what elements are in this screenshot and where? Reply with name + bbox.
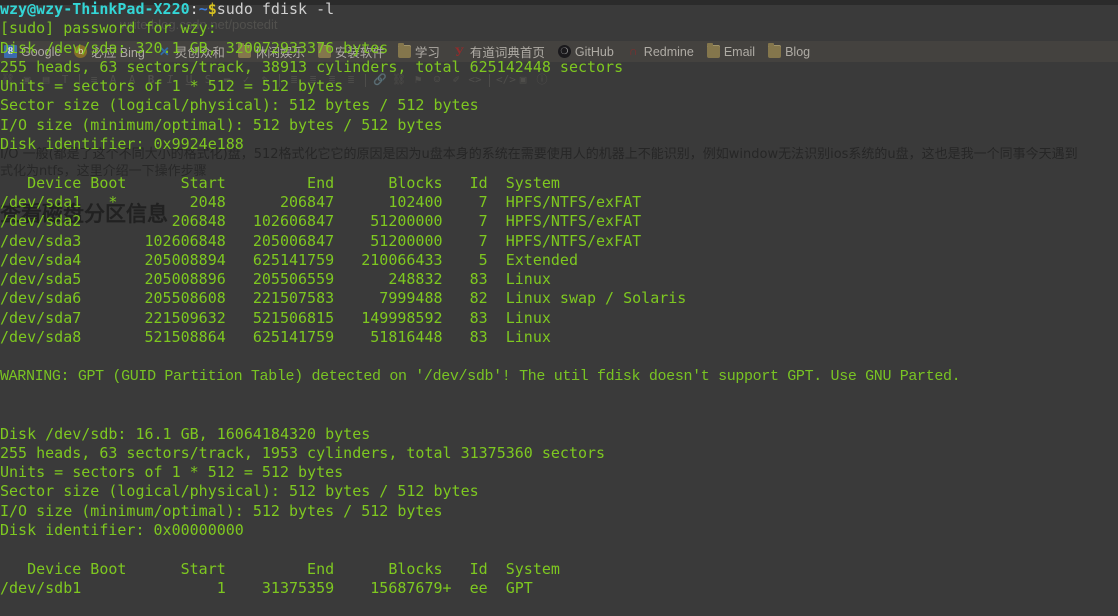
prompt-path: ~ <box>198 0 208 18</box>
partition-table-header: Device Boot Start End Blocks Id System <box>0 559 560 578</box>
sudo-password-prompt: [sudo] password for wzy: <box>0 19 217 38</box>
terminal-prompt-line: wzy@wzy-ThinkPad-X220:~$sudo fdisk -l <box>0 0 1118 19</box>
gpt-warning-message: WARNING: GPT (GUID Partition Table) dete… <box>0 367 961 385</box>
disk-header-line: Sector size (logical/physical): 512 byte… <box>0 482 479 501</box>
disk-header-line: Disk /dev/sdb: 16.1 GB, 16064184320 byte… <box>0 424 371 443</box>
partition-row: /dev/sda7 221509632 521506815 149998592 … <box>0 308 551 327</box>
prompt-colon: : <box>189 0 199 18</box>
partition-row: /dev/sda6 205508608 221507583 7999488 82… <box>0 289 687 308</box>
partition-row: /dev/sda1 * 2048 206847 102400 7 HPFS/NT… <box>0 192 642 211</box>
disk-header-line: Disk identifier: 0x9924e188 <box>0 135 244 154</box>
partition-row: /dev/sda2 206848 102606847 51200000 7 HP… <box>0 212 642 231</box>
disk-header-line: Disk /dev/sda: 320.1 GB, 320072933376 by… <box>0 38 389 57</box>
partition-table-header: Device Boot Start End Blocks Id System <box>0 173 560 192</box>
partition-row: /dev/sda3 102606848 205006847 51200000 7… <box>0 231 642 250</box>
disk-header-line: 255 heads, 63 sectors/track, 38913 cylin… <box>0 57 624 76</box>
disk-header-line: Units = sectors of 1 * 512 = 512 bytes <box>0 463 344 482</box>
prompt-sigil: $ <box>207 0 217 18</box>
partition-row: /dev/sda4 205008894 625141759 210066433 … <box>0 250 578 269</box>
partition-row: /dev/sda8 521508864 625141759 51816448 8… <box>0 328 551 347</box>
terminal-output-area[interactable]: wzy@wzy-ThinkPad-X220:~$sudo fdisk -l [s… <box>0 0 1118 616</box>
disk-header-line: Sector size (logical/physical): 512 byte… <box>0 96 479 115</box>
partition-row: /dev/sda5 205008896 205506559 248832 83 … <box>0 270 551 289</box>
disk-header-line: Units = sectors of 1 * 512 = 512 bytes <box>0 77 344 96</box>
disk-header-line: I/O size (minimum/optimal): 512 bytes / … <box>0 501 443 520</box>
terminal-command: sudo fdisk -l <box>216 0 335 18</box>
disk-header-line: I/O size (minimum/optimal): 512 bytes / … <box>0 115 443 134</box>
terminal-window: wzy@wzy-ThinkPad-X220:~$sudo fdisk -l [s… <box>0 0 1118 616</box>
partition-row: /dev/sdb1 1 31375359 15687679+ ee GPT <box>0 578 533 597</box>
disk-header-line: 255 heads, 63 sectors/track, 1953 cylind… <box>0 443 606 462</box>
disk-header-line: Disk identifier: 0x00000000 <box>0 521 244 540</box>
prompt-user-host: wzy@wzy-ThinkPad-X220 <box>0 0 190 18</box>
